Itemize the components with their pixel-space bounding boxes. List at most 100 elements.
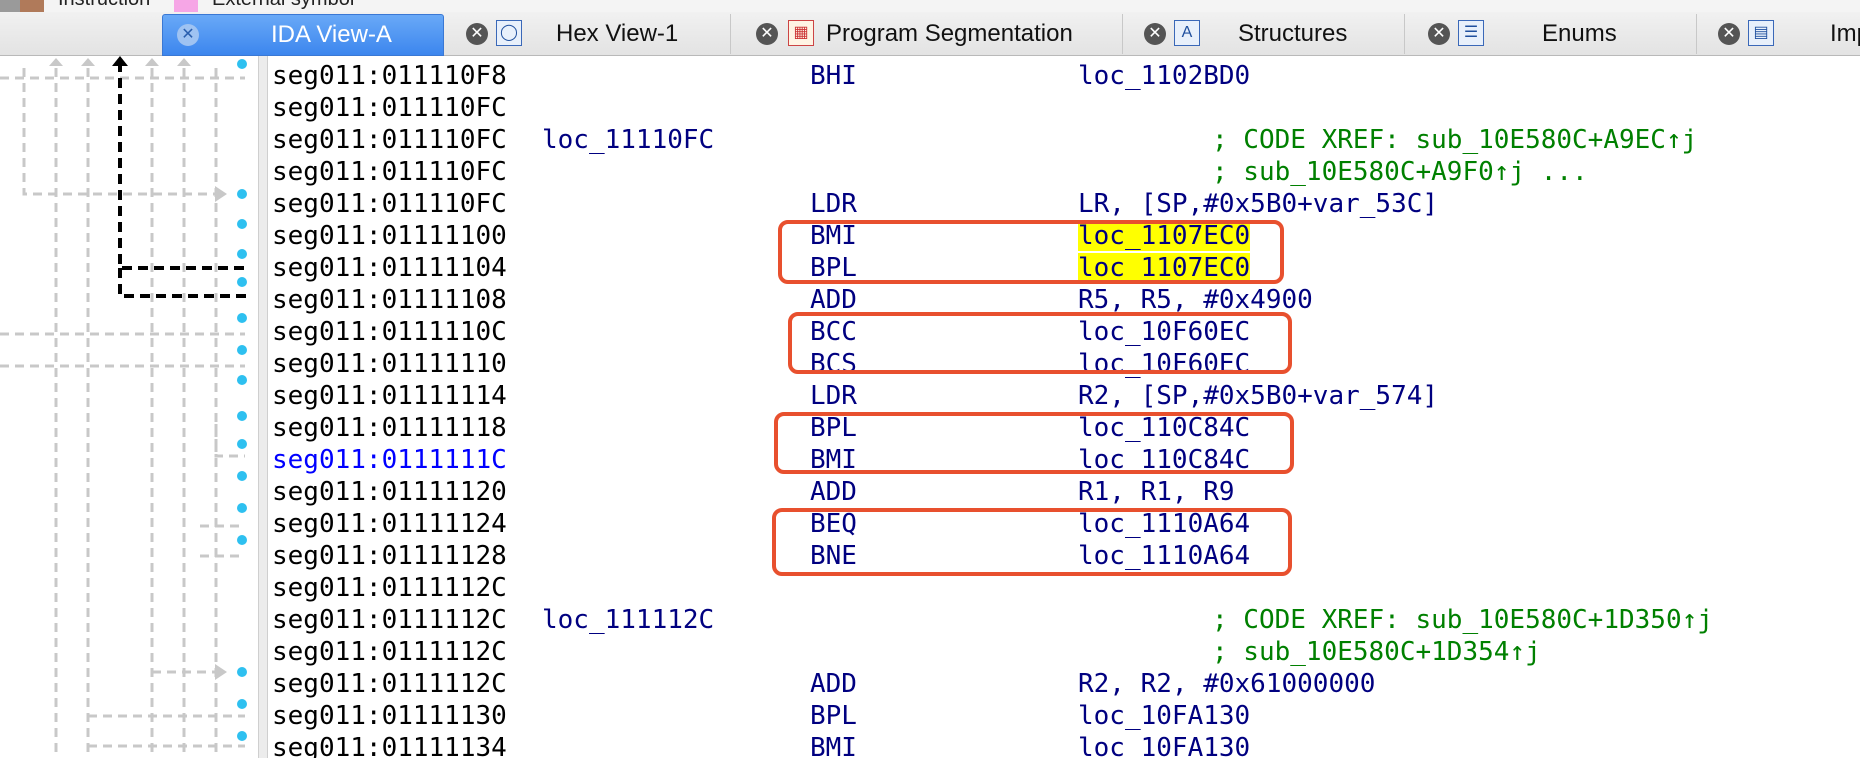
- row-mnemonic[interactable]: BHI: [810, 60, 857, 92]
- listing-row[interactable]: seg011:011110FC loc_11110FC ; CODE XREF: s…: [268, 124, 1860, 156]
- row-operands[interactable]: loc_1102BD0: [1078, 60, 1250, 92]
- row-comment: ; sub_10E580C+1D354↑j: [1212, 637, 1541, 667]
- listing-row[interactable]: seg011:0111112C: [268, 572, 1860, 604]
- tab-enums[interactable]: ✕ ☰ Enums: [1418, 14, 1697, 54]
- row-address[interactable]: seg011:01111134: [272, 732, 507, 758]
- tab-hex-view-1[interactable]: ✕ ◯ Hex View-1: [452, 14, 731, 54]
- row-address[interactable]: seg011:01111128: [272, 540, 507, 572]
- operand-text[interactable]: loc_10FA130: [1078, 733, 1250, 758]
- row-address[interactable]: seg011:01111110: [272, 348, 507, 380]
- row-address[interactable]: seg011:0111110C: [272, 316, 507, 348]
- listing-row[interactable]: seg011:0111112C loc_111112C ; CODE XREF: s…: [268, 604, 1860, 636]
- operand-text[interactable]: loc_1102BD0: [1078, 61, 1250, 91]
- tab-label: IDA View-A: [271, 21, 392, 48]
- annotation-box-bcc-bcs: [788, 312, 1292, 374]
- tab-label: Enums: [1542, 20, 1617, 47]
- row-operands[interactable]: loc_10FA130: [1078, 732, 1250, 758]
- annotation-box-bmi-bpl: [778, 220, 1284, 284]
- legend-swatch-instruction: [20, 0, 44, 12]
- row-address[interactable]: seg011:01111104: [272, 252, 507, 284]
- structures-icon: A: [1174, 20, 1200, 46]
- flow-arrows-panel: [0, 56, 258, 758]
- listing-row[interactable]: seg011:0111112C ; sub_10E580C+1D354↑j: [268, 636, 1860, 668]
- row-operands[interactable]: loc_10FA130: [1078, 700, 1250, 732]
- close-icon[interactable]: ✕: [1718, 23, 1740, 45]
- row-mnemonic[interactable]: ADD: [810, 668, 857, 700]
- row-address[interactable]: seg011:0111111C: [272, 444, 507, 476]
- row-address[interactable]: seg011:0111112C: [272, 668, 507, 700]
- row-operands[interactable]: LR, [SP,#0x5B0+var_53C]: [1078, 188, 1438, 220]
- listing-row[interactable]: seg011:011110FC: [268, 92, 1860, 124]
- operand-text[interactable]: R2, R2, #0x61000000: [1078, 669, 1375, 699]
- listing-row[interactable]: seg011:011110F8 BHI loc_1102BD0: [268, 60, 1860, 92]
- listing-row[interactable]: seg011:011110FC LDR LR, [SP,#0x5B0+var_53C…: [268, 188, 1860, 220]
- listing-row[interactable]: seg011:01111130 BPL loc_10FA130: [268, 700, 1860, 732]
- row-operands[interactable]: R2, R2, #0x61000000: [1078, 668, 1375, 700]
- close-icon[interactable]: ✕: [177, 24, 199, 46]
- close-icon[interactable]: ✕: [1428, 23, 1450, 45]
- hex-view-icon: ◯: [496, 20, 522, 46]
- tab-bar: ✕ IDA View-A ✕ ◯ Hex View-1 ✕ ▦ Program …: [0, 12, 1860, 56]
- row-address[interactable]: seg011:011110FC: [272, 124, 507, 156]
- listing-row[interactable]: seg011:01111134 BMI loc_10FA130: [268, 732, 1860, 758]
- row-address[interactable]: seg011:0111112C: [272, 636, 507, 668]
- enums-icon: ☰: [1458, 20, 1484, 46]
- listing-row[interactable]: seg011:0111112C ADD R2, R2, #0x61000000: [268, 668, 1860, 700]
- row-address[interactable]: seg011:011110F8: [272, 60, 507, 92]
- row-comment: ; CODE XREF: sub_10E580C+A9EC↑j: [1212, 125, 1698, 155]
- row-mnemonic[interactable]: LDR: [810, 380, 857, 412]
- row-address[interactable]: seg011:01111120: [272, 476, 507, 508]
- disassembly-listing[interactable]: seg011:011110F8 BHI loc_1102BD0 seg011:0111…: [268, 56, 1860, 758]
- row-mnemonic[interactable]: LDR: [810, 188, 857, 220]
- row-address[interactable]: seg011:01111118: [272, 412, 507, 444]
- tab-label: Imp: [1830, 20, 1860, 47]
- close-icon[interactable]: ✕: [756, 23, 778, 45]
- close-icon[interactable]: ✕: [1144, 23, 1166, 45]
- row-address[interactable]: seg011:011110FC: [272, 156, 507, 188]
- row-address[interactable]: seg011:01111100: [272, 220, 507, 252]
- row-address[interactable]: seg011:01111130: [272, 700, 507, 732]
- legend-label-external-symbol: External symbol: [212, 0, 354, 11]
- row-address[interactable]: seg011:0111112C: [272, 572, 507, 604]
- row-address[interactable]: seg011:01111114: [272, 380, 507, 412]
- tab-structures[interactable]: ✕ A Structures: [1134, 14, 1405, 54]
- segmentation-icon: ▦: [788, 20, 814, 46]
- tab-label: Hex View-1: [556, 20, 679, 47]
- row-address[interactable]: seg011:01111124: [272, 508, 507, 540]
- row-address[interactable]: seg011:011110FC: [272, 92, 507, 124]
- listing-row[interactable]: seg011:01111120 ADD R1, R1, R9: [268, 476, 1860, 508]
- operand-text[interactable]: LR, [SP,#0x5B0+var_53C]: [1078, 189, 1438, 219]
- listing-row[interactable]: seg011:01111114 LDR R2, [SP,#0x5B0+var_574…: [268, 380, 1860, 412]
- tab-program-segmentation[interactable]: ✕ ▦ Program Segmentation: [742, 14, 1123, 54]
- row-comment: ; sub_10E580C+A9F0↑j ...: [1212, 157, 1588, 187]
- row-operands[interactable]: R1, R1, R9: [1078, 476, 1235, 508]
- row-label[interactable]: loc_111112C: [542, 604, 714, 636]
- close-icon[interactable]: ✕: [466, 23, 488, 45]
- row-mnemonic[interactable]: BPL: [810, 700, 857, 732]
- annotation-box-bpl-bmi: [774, 412, 1294, 474]
- tab-imports[interactable]: ✕ ▤ Imp: [1706, 14, 1860, 54]
- row-address[interactable]: seg011:01111108: [272, 284, 507, 316]
- row-mnemonic[interactable]: BMI: [810, 732, 857, 758]
- tab-label: Program Segmentation: [826, 20, 1073, 47]
- tab-ida-view-a[interactable]: ✕ IDA View-A: [162, 14, 444, 56]
- annotation-box-beq-bne: [772, 508, 1292, 576]
- row-operands[interactable]: R2, [SP,#0x5B0+var_574]: [1078, 380, 1438, 412]
- row-label[interactable]: loc_11110FC: [542, 124, 714, 156]
- legend-bar: Instruction External symbol: [0, 0, 1860, 12]
- operand-text[interactable]: loc_10FA130: [1078, 701, 1250, 731]
- legend-label-instruction: Instruction: [58, 0, 150, 11]
- row-comment: ; CODE XREF: sub_10E580C+1D350↑j: [1212, 605, 1713, 635]
- flow-arrows: [0, 56, 250, 758]
- imports-icon: ▤: [1748, 20, 1774, 46]
- operand-text[interactable]: R5, R5, #0x4900: [1078, 285, 1313, 315]
- operand-text[interactable]: R1, R1, R9: [1078, 477, 1235, 507]
- listing-row[interactable]: seg011:011110FC ; sub_10E580C+A9F0↑j ...: [268, 156, 1860, 188]
- panel-splitter[interactable]: [258, 56, 268, 758]
- row-address[interactable]: seg011:0111112C: [272, 604, 507, 636]
- row-address[interactable]: seg011:011110FC: [272, 188, 507, 220]
- tab-label: Structures: [1238, 20, 1348, 47]
- row-mnemonic[interactable]: ADD: [810, 476, 857, 508]
- operand-text[interactable]: R2, [SP,#0x5B0+var_574]: [1078, 381, 1438, 411]
- legend-swatch-external-symbol: [174, 0, 198, 12]
